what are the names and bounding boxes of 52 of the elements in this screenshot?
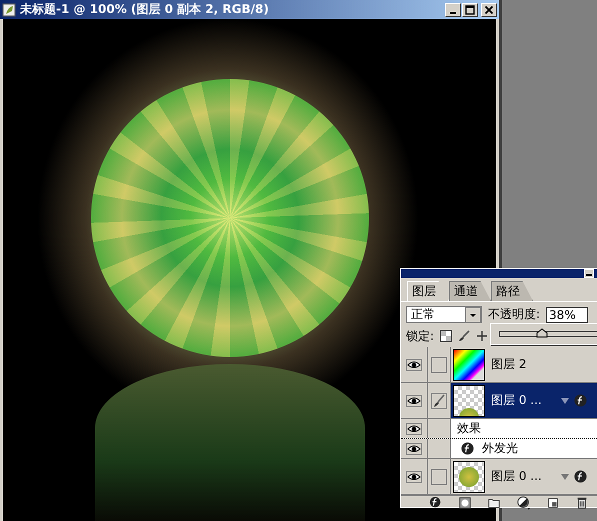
minimize-icon — [450, 12, 456, 14]
effect-name: 效果 — [457, 420, 481, 437]
close-icon — [484, 4, 494, 14]
layer-row[interactable]: 外发光 — [401, 439, 597, 459]
minimize-button[interactable] — [584, 269, 594, 278]
close-button[interactable] — [481, 2, 497, 16]
brush-icon[interactable] — [458, 330, 470, 342]
brush-icon — [431, 392, 447, 408]
layer-row[interactable]: 效果 — [401, 419, 597, 439]
opacity-field[interactable]: 38% — [546, 306, 588, 322]
eye-icon[interactable] — [406, 470, 422, 482]
minimize-button[interactable] — [445, 2, 461, 16]
link-box[interactable] — [431, 356, 447, 372]
blend-mode-dropdown[interactable]: 正常 — [406, 306, 482, 323]
lock-transparency-icon[interactable] — [440, 330, 452, 342]
adjustment-icon[interactable] — [516, 496, 531, 510]
layer-name: 图层 0 ... — [491, 468, 543, 485]
document-icon — [2, 2, 16, 16]
maximize-icon — [465, 4, 475, 14]
opacity-slider[interactable] — [499, 331, 597, 337]
effect-name: 外发光 — [482, 440, 518, 457]
layer-row[interactable]: 图层 0 ... — [401, 459, 597, 495]
layer-name: 图层 2 — [491, 356, 528, 373]
eye-icon[interactable] — [406, 358, 422, 370]
trash-icon[interactable] — [575, 496, 590, 510]
expand-arrow-icon[interactable] — [560, 396, 570, 406]
minimize-icon — [586, 274, 592, 276]
slider-thumb[interactable] — [536, 328, 548, 338]
layer-thumbnail — [453, 384, 485, 416]
caret-icon — [465, 306, 481, 322]
window-title: 未标题-1 @ 100% (图层 0 副本 2, RGB/8) — [20, 1, 269, 18]
panel-tab[interactable]: 图层 — [407, 281, 449, 301]
eye-icon[interactable] — [406, 394, 422, 406]
effects-icon — [461, 442, 474, 455]
eye-icon[interactable] — [406, 422, 422, 434]
layer-name: 图层 0 ... — [491, 392, 543, 409]
panel-tab[interactable]: 路径 — [491, 281, 533, 301]
eye-icon[interactable] — [406, 442, 422, 454]
panel-tab[interactable]: 通道 — [449, 281, 491, 301]
layer-row[interactable]: 图层 0 ... — [401, 383, 597, 419]
lock-label: 锁定: — [406, 328, 434, 344]
layer-thumbnail — [453, 348, 485, 380]
link-box[interactable] — [431, 468, 447, 484]
maximize-button[interactable] — [462, 2, 478, 16]
effects-icon[interactable] — [428, 496, 443, 510]
new-layer-icon[interactable] — [546, 496, 560, 510]
move-icon[interactable] — [476, 330, 488, 342]
mask-icon[interactable] — [458, 496, 472, 510]
opacity-label: 不透明度: — [488, 306, 540, 323]
expand-arrow-icon[interactable] — [560, 472, 570, 482]
layer-row[interactable]: 图层 2 — [401, 347, 597, 383]
layer-thumbnail — [453, 460, 485, 492]
